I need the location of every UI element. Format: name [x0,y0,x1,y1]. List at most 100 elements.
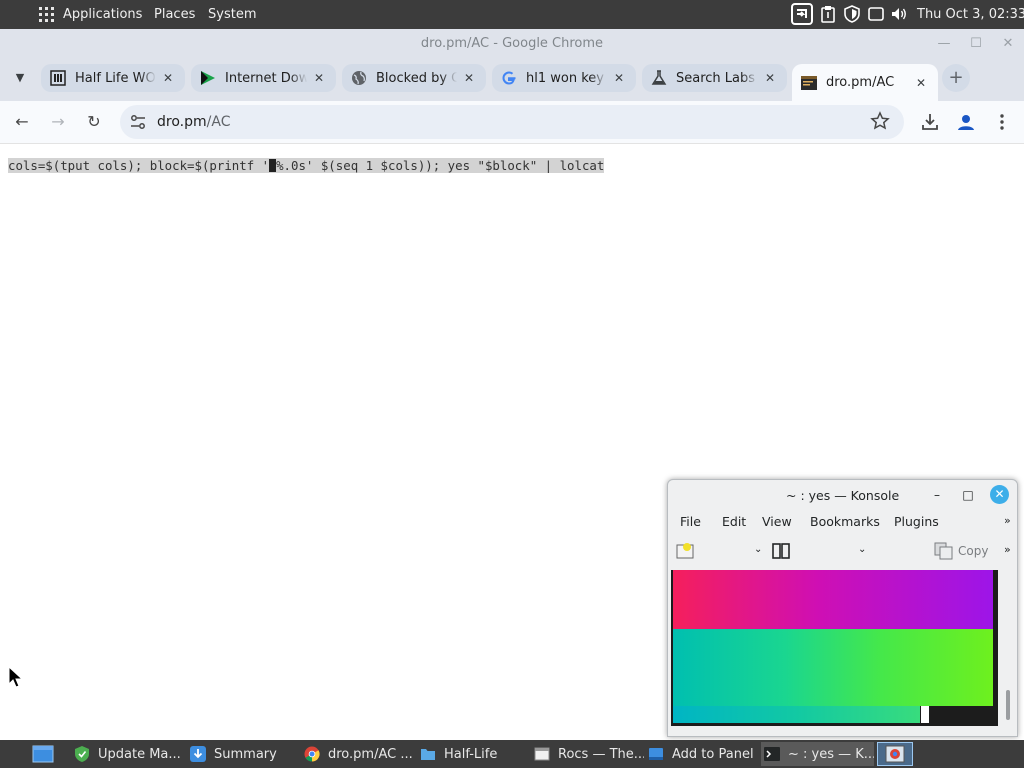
split-view-dropdown-icon[interactable]: ⌄ [858,544,866,555]
window-title: dro.pm/AC - Google Chrome [420,36,604,51]
toolbar-overflow-icon[interactable]: » [1004,543,1011,556]
task-label: ~ : yes — K... [788,746,874,762]
mouse-pointer-icon [8,666,24,688]
profile-icon[interactable] [956,112,976,132]
reload-button[interactable]: ↻ [84,112,104,132]
konsole-window: ~ : yes — Konsole – □ ✕ File Edit View B… [667,479,1018,737]
terminal-favicon-icon [801,75,817,90]
screenshot-icon [885,745,905,763]
museum-icon [50,70,66,86]
taskbar-add-to-panel[interactable]: Add to Panel [648,742,754,766]
download-icon [190,746,206,762]
applications-grid-icon[interactable] [38,6,54,22]
update-shield-icon [75,746,89,762]
terminal-output[interactable] [671,570,998,726]
folder-icon [421,749,435,760]
task-label: Add to Panel [672,746,754,762]
konsole-menubar: File Edit View Bookmarks Plugins » [668,510,1017,532]
tab-close-icon[interactable]: ✕ [461,70,477,86]
labs-flask-icon [651,70,667,85]
command-text-start: cols=$(tput cols); block=$(printf ' [8,158,270,173]
show-desktop-button[interactable] [32,742,58,766]
tab-label: dro.pm/AC [826,75,895,90]
system-menu[interactable]: System [208,7,256,22]
taskbar-update-manager[interactable]: Update Ma... [74,742,180,766]
command-text[interactable]: cols=$(tput cols); block=$(printf ' %.0s'… [8,158,605,173]
address-bar[interactable]: dro.pm/AC [120,105,904,139]
konsole-maximize-button[interactable]: □ [961,488,975,502]
chrome-icon [304,746,320,762]
new-tab-button[interactable]: + [942,64,970,92]
tab-close-icon[interactable]: ✕ [762,70,778,86]
konsole-title: ~ : yes — Konsole [786,488,900,503]
taskbar-screenshot[interactable] [877,742,913,766]
tab-label: Blocked by C [376,70,457,86]
konsole-menu-view[interactable]: View [762,514,792,529]
tab-label: hl1 won key [526,70,604,86]
task-label: Summary [214,746,277,762]
task-label: Rocs — The... [558,746,644,762]
site-info-icon[interactable] [128,112,148,132]
tab-close-icon[interactable]: ✕ [311,70,327,86]
konsole-menu-bookmarks[interactable]: Bookmarks [810,514,880,529]
tab-close-icon[interactable]: ✕ [913,75,929,91]
tab-blocked[interactable]: Blocked by C ✕ [342,64,486,92]
screen-share-icon[interactable] [791,3,813,25]
taskbar-chrome[interactable]: dro.pm/AC ... [304,742,412,766]
terminal-scrollbar[interactable] [1003,570,1013,730]
tab-half-life-won[interactable]: Half Life WON ✕ [41,64,185,92]
maximize-button[interactable]: ☐ [969,37,983,51]
scrollbar-thumb[interactable] [1006,690,1010,720]
tab-strip: ▼ Half Life WON ✕ Internet Down ✕ Blocke… [0,59,1024,101]
taskbar-summary[interactable]: Summary [190,742,290,766]
konsole-menu-overflow[interactable]: » [1004,514,1011,527]
konsole-minimize-button[interactable]: – [930,488,944,502]
terminal-cursor [921,706,929,723]
browser-title-bar: dro.pm/AC - Google Chrome — ☐ ✕ [0,29,1024,59]
copy-button[interactable]: Copy [958,544,988,558]
task-label: Update Ma... [98,746,180,762]
minimize-button[interactable]: — [937,37,951,51]
new-tab-icon[interactable] [676,542,696,560]
new-tab-dropdown-icon[interactable]: ⌄ [754,544,762,555]
clock[interactable]: Thu Oct 3, 02:33 [917,7,1024,22]
taskbar-konsole[interactable]: ~ : yes — K... [761,742,874,766]
taskbar-half-life-folder[interactable]: Half-Life [420,742,520,766]
close-window-button[interactable]: ✕ [1001,37,1015,51]
more-menu-icon[interactable] [992,112,1012,132]
tab-search-dropdown-icon[interactable]: ▼ [12,71,28,87]
copy-icon[interactable] [934,542,954,560]
tab-internet-download[interactable]: Internet Down ✕ [191,64,336,92]
konsole-menu-plugins[interactable]: Plugins [894,514,939,529]
back-button[interactable]: ← [12,112,32,132]
google-icon [502,71,516,85]
clipboard-icon[interactable] [819,5,837,23]
download-icon[interactable] [920,112,940,132]
taskbar-rocs[interactable]: Rocs — The... [534,742,644,766]
konsole-title-bar[interactable]: ~ : yes — Konsole – □ ✕ [668,480,1017,510]
tab-label: Half Life WON [75,70,156,86]
tab-close-icon[interactable]: ✕ [160,70,176,86]
konsole-menu-file[interactable]: File [680,514,701,529]
shield-icon[interactable] [843,5,861,23]
konsole-toolbar: ⌄ ⌄ Copy » [668,535,1017,569]
window-icon[interactable] [867,5,885,23]
tab-close-icon[interactable]: ✕ [611,70,627,86]
url-host: dro.pm [157,114,207,130]
tab-search-labs[interactable]: Search Labs ✕ [642,64,787,92]
tab-dro-pm-ac[interactable]: dro.pm/AC ✕ [792,64,938,101]
volume-icon[interactable] [890,5,908,23]
bookmark-star-icon[interactable] [870,111,890,131]
places-menu[interactable]: Places [154,7,195,22]
tab-label: Search Labs [676,70,756,86]
top-panel: Applications Places System Thu Oct 3, 02… [0,0,1024,29]
forward-button[interactable]: → [48,112,68,132]
taskbar: Update Ma... Summary dro.pm/AC ... Half-… [0,740,1024,768]
konsole-menu-edit[interactable]: Edit [722,514,746,529]
tab-hl1-won-key[interactable]: hl1 won key ✕ [492,64,636,92]
rocs-icon [534,747,550,761]
split-view-icon[interactable] [772,542,790,560]
konsole-close-button[interactable]: ✕ [990,485,1009,504]
applications-menu[interactable]: Applications [63,7,142,22]
url-text[interactable]: dro.pm/AC [157,114,230,130]
